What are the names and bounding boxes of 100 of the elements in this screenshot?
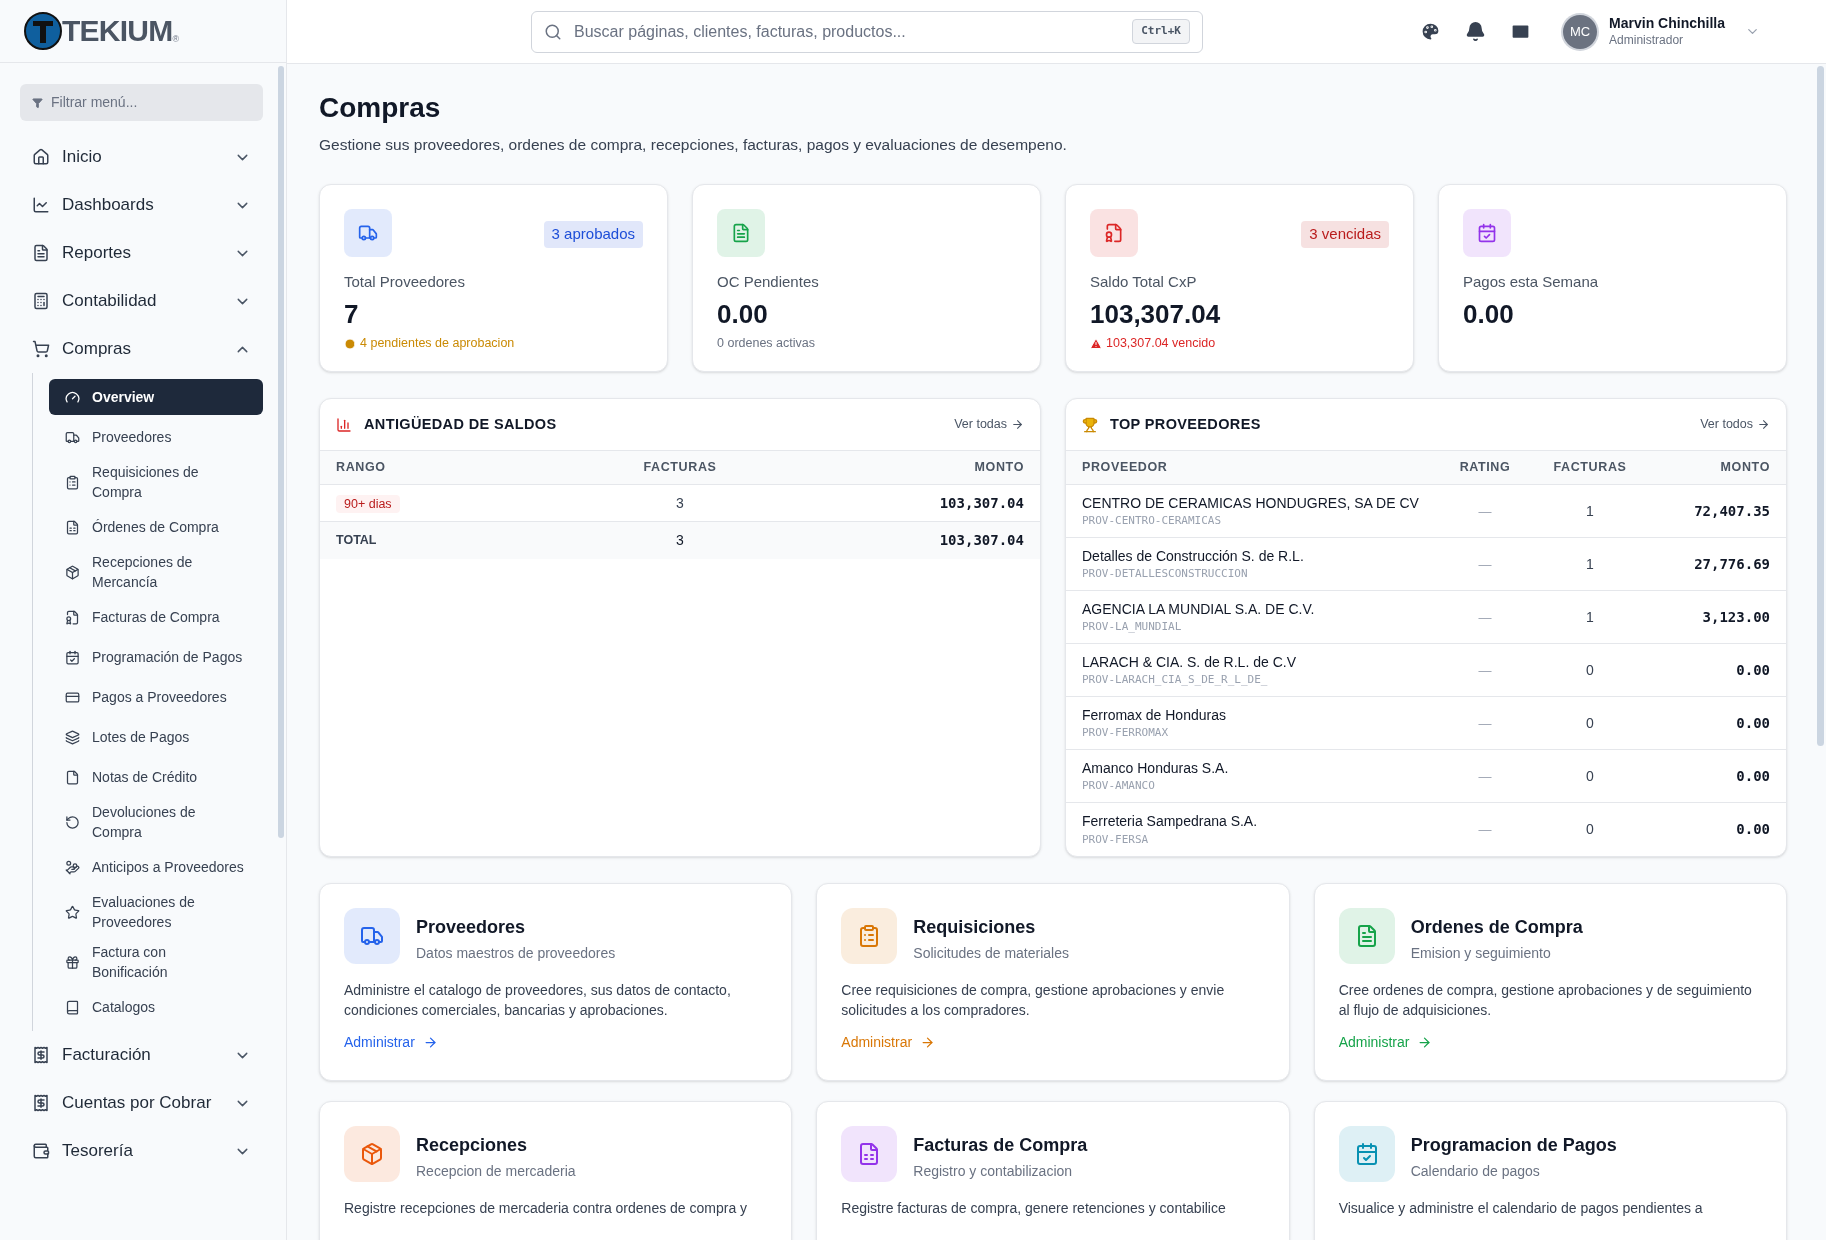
module-title: Recepciones [416, 1134, 529, 1158]
logo[interactable]: TEKIUM® [24, 12, 180, 50]
menu-item[interactable]: Evaluaciones de Proveedores [49, 889, 263, 935]
column-header: FACTURAS [1552, 459, 1628, 477]
menu-item[interactable]: Notas de Crédito [49, 759, 263, 795]
menu-item-label: Programación de Pagos [92, 648, 244, 667]
document-icon [65, 519, 80, 535]
filter-input[interactable]: Filtrar menú... [50, 92, 251, 113]
document-icon [731, 223, 751, 244]
stat-note: 103,307.04 vencido [1106, 335, 1216, 353]
shortcut-hint: Ctrl+K [1132, 19, 1190, 44]
menu-group[interactable]: Cuentas por Cobrar [0, 1079, 263, 1127]
page-subtitle: Gestione sus proveedores, ordenes de compra, recepciones, facturas, pagos y evaluaciones de desempeno. [319, 135, 1068, 155]
stat-label: Total Proveedores [344, 272, 466, 293]
menu-item[interactable]: Factura con Bonificación [49, 939, 263, 985]
view-all-link[interactable]: Ver todas [954, 415, 1024, 435]
table-cell-text: 103,307.04 [938, 493, 1024, 513]
trophy-icon [1082, 416, 1098, 433]
undo-icon [65, 814, 80, 830]
wallet-icon [32, 1142, 50, 1160]
menu-item[interactable]: Anticipos a Proveedores [49, 849, 263, 885]
home-icon [32, 148, 50, 166]
menu-item[interactable]: Proveedores [49, 419, 263, 455]
supplier-code: PROV-CENTRO-CERAMICAS [1082, 514, 1223, 528]
clipboard-icon [65, 474, 80, 490]
table-cell-text: 1 [1585, 554, 1595, 574]
table-cell-text: 0 [1585, 713, 1595, 733]
menu-item-label: Facturas de Compra [92, 608, 221, 627]
palette-icon[interactable] [1420, 21, 1442, 42]
menu-group[interactable]: Reportes [0, 229, 263, 277]
menu-item[interactable]: Catalogos [49, 989, 263, 1025]
filter-field[interactable]: Filtrar menú... [20, 84, 263, 121]
logo-text: TEKIUM [62, 16, 173, 46]
module-subtitle: Emision y seguimiento [1410, 944, 1552, 964]
invoice-icon [1104, 223, 1124, 244]
menu-group[interactable]: Facturación [0, 1031, 263, 1079]
bell-icon[interactable] [1465, 21, 1487, 42]
menu-item-label: Lotes de Pagos [92, 728, 191, 747]
page-scrollbar[interactable] [1817, 66, 1824, 746]
module-subtitle: Registro y contabilizacion [913, 1162, 1074, 1182]
table-cell-text: 0 [1585, 820, 1595, 840]
arrow-right-icon [1417, 1035, 1433, 1051]
menu-group[interactable]: Inicio [0, 133, 263, 181]
table-cell-text: — [1477, 767, 1493, 786]
menu-item[interactable]: Requisiciones de Compra [49, 459, 263, 505]
logo-mark-icon [24, 12, 62, 50]
column-header: MONTO [1719, 459, 1770, 477]
arrow-right-icon [422, 1035, 438, 1051]
search-icon [544, 22, 562, 41]
range-badge: 90+ dias [336, 495, 400, 514]
menu-item-label: Recepciones de Mercancía [92, 553, 194, 592]
view-all-link[interactable]: Ver todos [1700, 415, 1770, 435]
supplier-code: PROV-LARACH_CIA_S_DE_R_L_DE_ [1082, 673, 1269, 687]
manage-link[interactable]: Administrar [344, 1032, 438, 1054]
scrollbar[interactable] [278, 66, 284, 838]
menu-item[interactable]: Recepciones de Mercancía [49, 549, 263, 595]
document-icon [32, 244, 50, 262]
search-input[interactable]: Buscar páginas, clientes, facturas, productos... [574, 19, 1121, 44]
status-badge: 3 vencidas [1301, 221, 1389, 248]
arrow-right-icon [920, 1035, 936, 1051]
menu-group[interactable]: Contabilidad [0, 277, 263, 325]
module-subtitle: Datos maestros de proveedores [416, 944, 616, 964]
supplier-code: PROV-FERSA [1082, 832, 1150, 847]
table-cell-text: 103,307.04 [938, 531, 1024, 551]
calendar-check-icon [1354, 1142, 1379, 1167]
search-field[interactable]: Buscar páginas, clientes, facturas, productos... Ctrl+K [531, 10, 1203, 53]
stat-label: Pagos esta Semana [1463, 272, 1600, 293]
module-description: Registre facturas de compra, genere retenciones y contabilice [841, 1199, 1227, 1219]
column-header: RATING [1458, 459, 1512, 477]
menu-group[interactable]: Compras [0, 325, 263, 373]
stat-label: OC Pendientes [717, 272, 820, 293]
supplier-name: Detalles de Construcción S. de R.L. [1082, 547, 1305, 566]
status-badge: 3 aprobados [543, 221, 643, 248]
module-title: Proveedores [416, 916, 527, 940]
menu-item[interactable]: Órdenes de Compra [49, 509, 263, 545]
menu-item[interactable]: Facturas de Compra [49, 599, 263, 635]
menu-group[interactable]: Tesorería [0, 1127, 263, 1175]
cart-icon [32, 340, 50, 358]
page-title: Compras [319, 91, 442, 125]
module-title: Requisiciones [913, 916, 1037, 940]
arrow-right-icon [1011, 418, 1024, 432]
column-header: PROVEEDOR [1082, 459, 1169, 477]
registered-mark: ® [172, 33, 180, 46]
supplier-name: LARACH & CIA. S. de R.L. de C.V [1082, 653, 1297, 672]
menu-item[interactable]: Overview [49, 379, 263, 415]
menu-group-label: Compras [62, 338, 132, 361]
module-description: Cree ordenes de compra, gestione aprobaciones y de seguimiento al flujo de adquisiciones. [1338, 981, 1753, 1021]
supplier-code: PROV-AMANCO [1082, 779, 1156, 793]
card-icon [65, 689, 80, 705]
user-menu[interactable]: MC Marvin Chinchilla Administrador [1563, 14, 1760, 49]
supplier-name: CENTRO DE CERAMICAS HONDUGRES, SA DE CV [1082, 494, 1420, 513]
menu-item[interactable]: Lotes de Pagos [49, 719, 263, 755]
menu-item[interactable]: Pagos a Proveedores [49, 679, 263, 715]
menu-group[interactable]: Dashboards [0, 181, 263, 229]
calendar-check-icon [65, 649, 80, 665]
layers-icon [65, 729, 80, 745]
menu-item-label: Pagos a Proveedores [92, 688, 228, 707]
menu-item[interactable]: Programación de Pagos [49, 639, 263, 675]
menu-item[interactable]: Devoluciones de Compra [49, 799, 263, 845]
menu-item-label: Evaluaciones de Proveedores [92, 893, 196, 932]
